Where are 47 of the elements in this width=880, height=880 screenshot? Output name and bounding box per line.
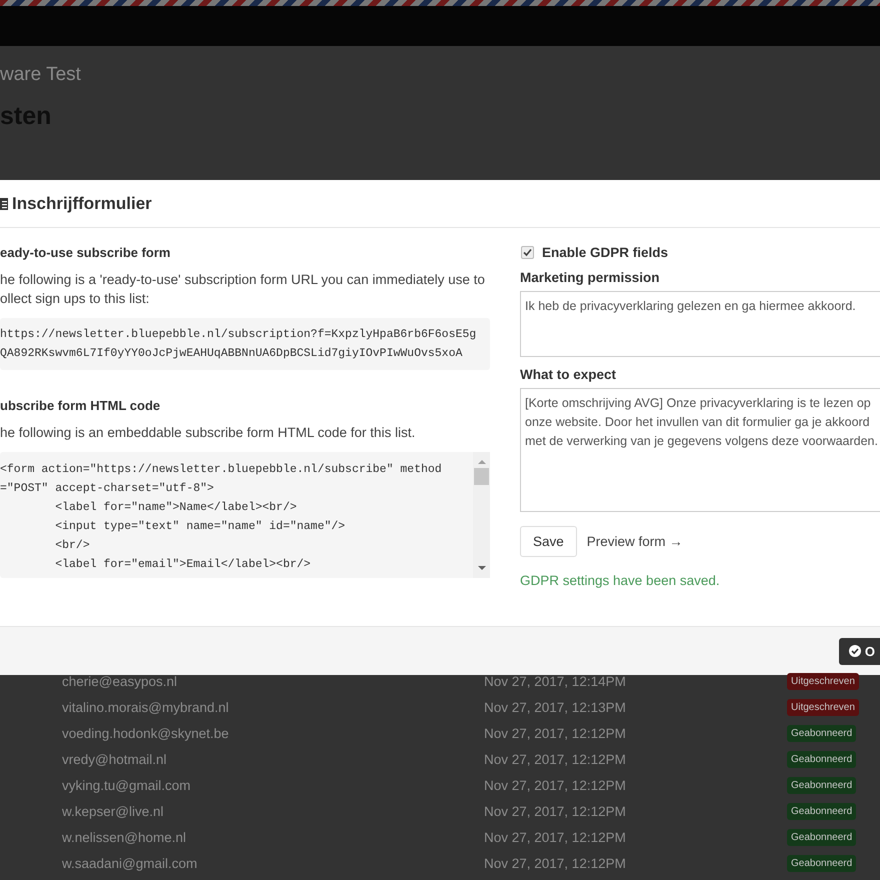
status-badge: Geabonneerd (787, 750, 856, 768)
date-cell-text: Nov 27, 2017, 12:12PM (484, 752, 627, 766)
email-cell-text: vredy@hotmail.nl (62, 752, 168, 766)
html-code: <form action="https://newsletter.bluepebble.nl/subscribe" method ="POST" accept-charset="utf-8"> <label for="name">Name</label><br/> <input type="text" name="name" id="name"/> <br/> <label for="email">Email</label><br/> (0, 462, 443, 573)
email-cell-text: w.nelissen@home.nl (62, 830, 188, 844)
status-badge: Uitgeschreven (787, 672, 859, 690)
save-button[interactable]: Save (520, 526, 577, 557)
scroll-down-icon[interactable] (478, 566, 486, 570)
field-label: What to expect (520, 367, 618, 382)
date-cell-text: Nov 27, 2017, 12:12PM (484, 778, 627, 792)
date-cell-text: Nov 27, 2017, 12:14PM (484, 674, 627, 688)
date-cell-text: Nov 27, 2017, 12:12PM (484, 804, 627, 818)
scrollbar[interactable] (473, 452, 490, 578)
status-badge: Geabonneerd (787, 776, 856, 794)
text-area[interactable]: Ik heb de privacyverklaring gelezen en ga hiermee akkoord. (520, 291, 880, 357)
status-badge: Geabonneerd (787, 802, 856, 820)
ok-button[interactable]: O (838, 638, 880, 664)
status-badge: Geabonneerd (787, 854, 856, 872)
date-cell-text: Nov 27, 2017, 12:12PM (484, 856, 627, 870)
check-circle-icon (848, 645, 861, 657)
status-badge: Geabonneerd (787, 724, 856, 742)
text-area[interactable]: [Korte omschrijving AVG] Onze privacyverklaring is te lezen op onze website. Door het invullen van dit formulier ga je akkoord met de verwerking van je gegevens volgens deze voorwaarden. (520, 388, 880, 512)
checkbox[interactable] (521, 246, 534, 259)
field-label: Marketing permission (520, 270, 661, 285)
preview-link[interactable]: Preview form → (586, 534, 683, 549)
section-heading: eady-to-use subscribe form (0, 245, 172, 260)
description-text: he following is an embeddable subscribe form HTML code for this list. (0, 424, 416, 442)
date-cell-text: Nov 27, 2017, 12:13PM (484, 700, 627, 714)
modal-title: Inschrijfformulier (12, 194, 152, 214)
email-cell-text: w.saadani@gmail.com (62, 856, 198, 870)
date-cell-text: Nov 27, 2017, 12:12PM (484, 726, 627, 740)
status-message: GDPR settings have been saved. (520, 573, 721, 588)
scroll-up-icon[interactable] (478, 460, 486, 464)
date-cell-text: Nov 27, 2017, 12:12PM (484, 830, 627, 844)
app-title: ware Test (0, 63, 82, 87)
email-cell-text: vitalino.morais@mybrand.nl (62, 700, 230, 714)
status-badge: Geabonneerd (787, 828, 856, 846)
status-badge: Uitgeschreven (787, 698, 859, 716)
url-box: https://newsletter.bluepebble.nl/subscription?f=KxpzlyHpaB6rb6F6osE5g QA892RKswvm6L7If0yYY0oJcPjwEAHUqABBNnUA6DpBCSLid7giyIOvPIwWuOvs5xoA (0, 318, 490, 370)
email-cell-text: vyking.tu@gmail.com (62, 778, 192, 792)
checkbox-label: Enable GDPR fields (542, 245, 668, 260)
email-cell-text: w.kepser@live.nl (62, 804, 164, 818)
scroll-thumb[interactable] (474, 468, 489, 485)
email-cell-text: voeding.hodonk@skynet.be (62, 726, 230, 740)
email-cell-text: cherie@easypos.nl (62, 674, 178, 688)
description-text: he following is a 'ready-to-use' subscription form URL you can immediately use to ollect sign ups to this list: (0, 271, 486, 308)
section-heading: ubscribe form HTML code (0, 398, 162, 413)
